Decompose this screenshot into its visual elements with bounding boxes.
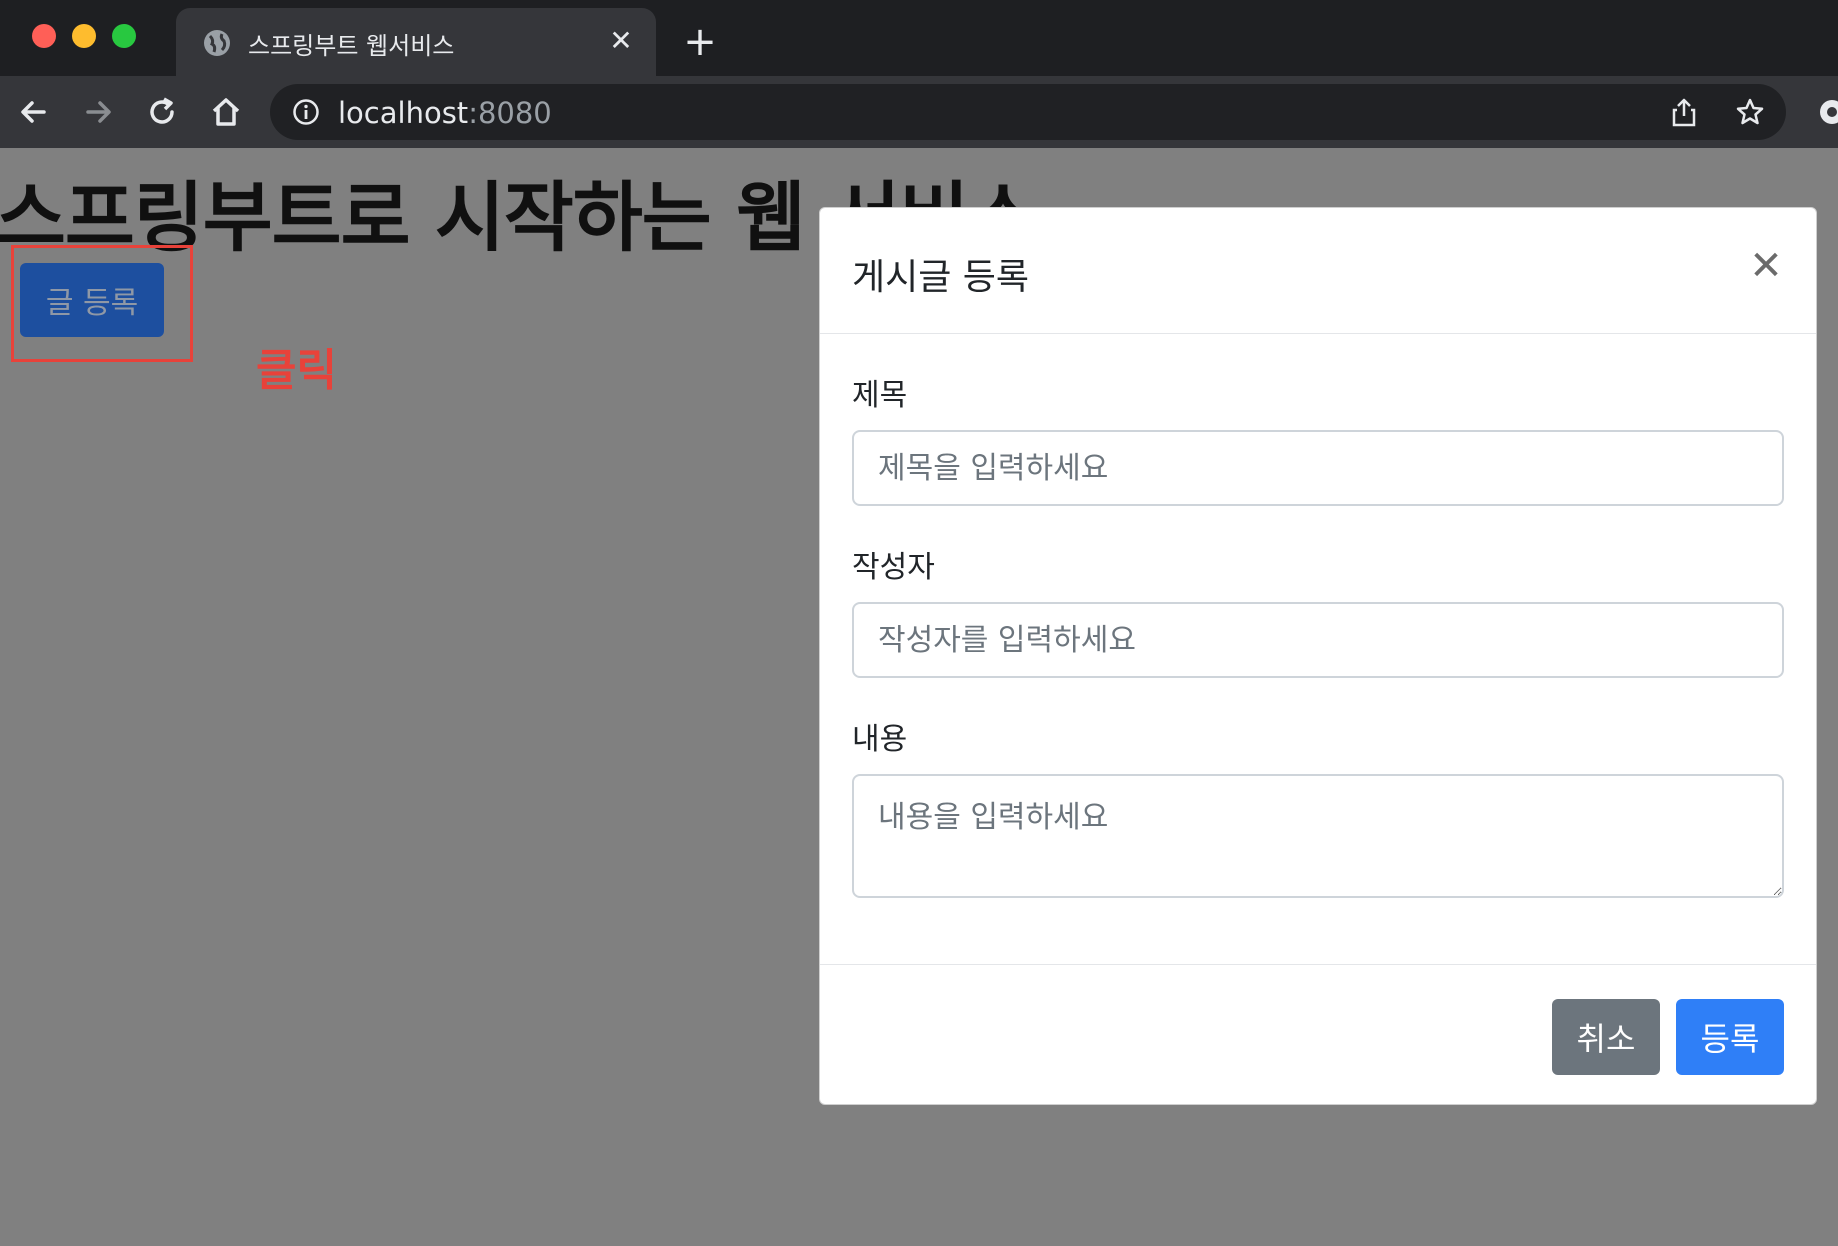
browser-toolbar: localhost:8080 [0, 76, 1838, 148]
browser-titlebar: 스프링부트 웹서비스 ✕ + [0, 0, 1838, 76]
url-text: localhost:8080 [338, 96, 552, 130]
window-zoom-button[interactable] [112, 24, 136, 48]
modal-header: 게시글 등록 ✕ [820, 208, 1816, 334]
plus-icon[interactable]: + [680, 22, 720, 62]
url-port: :8080 [468, 96, 552, 130]
url-host: localhost [338, 96, 469, 130]
address-bar[interactable]: localhost:8080 [270, 84, 1786, 140]
modal-title: 게시글 등록 [852, 257, 1030, 298]
title-input[interactable] [852, 430, 1784, 506]
modal-footer: 취소 등록 [820, 964, 1816, 1106]
title-label: 제목 [852, 378, 908, 413]
cancel-button[interactable]: 취소 [1552, 999, 1660, 1075]
back-arrow-icon[interactable] [16, 94, 52, 130]
post-register-button[interactable]: 글 등록 [20, 263, 164, 337]
browser-tab[interactable]: 스프링부트 웹서비스 ✕ [176, 8, 656, 76]
info-icon[interactable] [292, 98, 320, 126]
window-close-button[interactable] [32, 24, 56, 48]
close-icon[interactable]: ✕ [606, 26, 636, 56]
content-label: 내용 [852, 722, 908, 757]
content-textarea[interactable] [852, 774, 1784, 898]
close-icon[interactable]: ✕ [1748, 246, 1784, 286]
star-icon[interactable] [1734, 96, 1766, 128]
submit-button[interactable]: 등록 [1676, 999, 1784, 1075]
author-label: 작성자 [852, 550, 935, 585]
forward-arrow-icon[interactable] [80, 94, 116, 130]
home-icon[interactable] [208, 94, 244, 130]
gear-icon[interactable] [1812, 92, 1838, 132]
annotation-label: 클릭 [256, 345, 337, 396]
author-input[interactable] [852, 602, 1784, 678]
reload-icon[interactable] [144, 94, 180, 130]
post-register-modal: 게시글 등록 ✕ 제목 작성자 내용 취소 등록 [819, 207, 1817, 1105]
share-icon[interactable] [1668, 96, 1700, 128]
tab-title: 스프링부트 웹서비스 [248, 32, 455, 60]
window-minimize-button[interactable] [72, 24, 96, 48]
globe-icon [204, 30, 230, 56]
